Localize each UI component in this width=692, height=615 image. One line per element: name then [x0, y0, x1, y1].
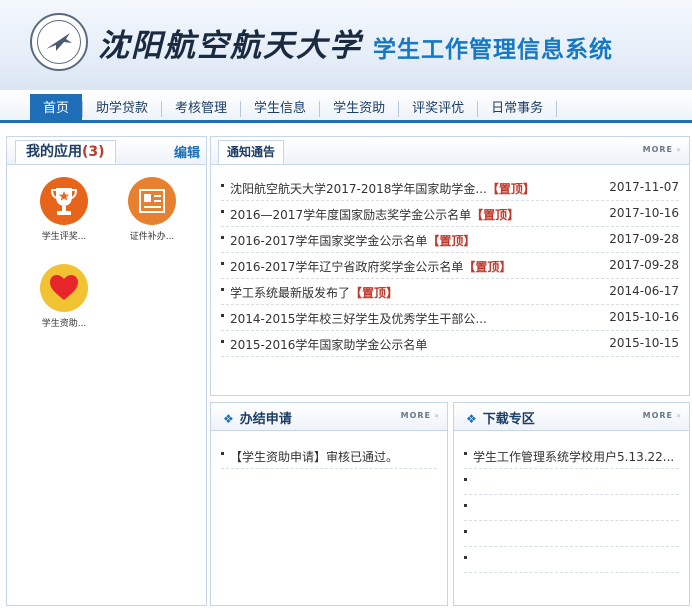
pinned-tag: 【置顶】 — [350, 286, 399, 300]
notice-date: 2014-06-17 — [609, 284, 679, 298]
app-label: 证件补办... — [129, 232, 175, 242]
pinned-tag: 【置顶】 — [427, 234, 476, 248]
nav-item-student-info[interactable]: 学生信息 — [241, 94, 319, 123]
app-student-awards[interactable]: 学生评奖... — [29, 177, 99, 242]
done-requests-panel: ❖ 办结申请 MORE » 【学生资助申请】审核已通过。 — [210, 402, 448, 606]
list-item[interactable]: 【学生资助申请】审核已通过。 — [221, 443, 437, 469]
double-chevron-right-icon: » — [676, 411, 681, 420]
bullet-icon — [221, 452, 224, 455]
certificate-icon — [128, 177, 176, 225]
notice-row[interactable]: 沈阳航空航天大学2017-2018学年国家助学金...【置顶】 2017-11-… — [221, 175, 679, 201]
university-logo — [30, 13, 88, 71]
notice-title[interactable]: 2016—2017学年度国家励志奖学金公示名单 — [230, 208, 471, 222]
bullet-icon — [221, 314, 224, 317]
bullet-icon — [464, 530, 467, 533]
my-apps-title: 我的应用 — [26, 144, 82, 160]
bullet-icon — [464, 556, 467, 559]
heart-icon — [40, 264, 88, 312]
my-apps-panel: 我的应用(3) 编辑 学生评奖... 证件补办... 学生资助... — [6, 136, 207, 606]
list-item[interactable] — [464, 469, 679, 495]
nav-divider — [556, 101, 558, 117]
notices-more-link[interactable]: MORE — [643, 145, 673, 154]
notice-title[interactable]: 2014-2015学年校三好学生及优秀学生干部公... — [230, 312, 487, 326]
notice-title[interactable]: 2015-2016学年国家助学金公示名单 — [230, 338, 427, 352]
diamond-icon: ❖ — [223, 412, 234, 426]
notice-row[interactable]: 2014-2015学年校三好学生及优秀学生干部公... 2015-10-16 — [221, 305, 679, 331]
downloads-title: 下载专区 — [482, 412, 535, 427]
notices-tab[interactable]: 通知通告 — [218, 140, 285, 164]
bullet-icon — [221, 236, 224, 239]
my-apps-tab[interactable]: 我的应用(3) — [15, 140, 116, 164]
notice-date: 2017-11-07 — [609, 180, 679, 194]
notice-date: 2017-09-28 — [609, 258, 679, 272]
notice-list: 沈阳航空航天大学2017-2018学年国家助学金...【置顶】 2017-11-… — [221, 175, 679, 357]
list-item[interactable] — [464, 547, 679, 573]
app-student-aid[interactable]: 学生资助... — [29, 264, 99, 329]
trophy-icon — [40, 177, 88, 225]
main-nav: 首页 助学贷款 考核管理 学生信息 学生资助 评奖评优 日常事务 — [0, 90, 692, 123]
notice-date: 2015-10-16 — [609, 310, 679, 324]
done-requests-list: 【学生资助申请】审核已通过。 — [221, 443, 437, 469]
pinned-tag: 【置顶】 — [471, 208, 520, 222]
diamond-icon: ❖ — [466, 412, 477, 426]
notice-date: 2017-09-28 — [609, 232, 679, 246]
nav-item-home[interactable]: 首页 — [30, 94, 83, 123]
done-requests-more-link[interactable]: MORE — [401, 411, 431, 420]
notice-title[interactable]: 2016-2017学年国家奖学金公示名单 — [230, 234, 427, 248]
nav-item-daily-affairs[interactable]: 日常事务 — [478, 94, 556, 123]
pinned-tag: 【置顶】 — [486, 182, 535, 196]
notice-title[interactable]: 学工系统最新版发布了 — [230, 286, 350, 300]
notice-date: 2017-10-16 — [609, 206, 679, 220]
notice-title[interactable]: 2016-2017学年辽宁省政府奖学金公示名单 — [230, 260, 463, 274]
list-item[interactable] — [464, 521, 679, 547]
bullet-icon — [221, 210, 224, 213]
bullet-icon — [464, 504, 467, 507]
bullet-icon — [464, 452, 467, 455]
bullet-icon — [221, 262, 224, 265]
downloads-list: 学生工作管理系统学校用户5.13.22... — [464, 443, 679, 573]
done-request-text[interactable]: 【学生资助申请】审核已通过。 — [230, 448, 398, 465]
bullet-icon — [221, 340, 224, 343]
notice-date: 2015-10-15 — [609, 336, 679, 350]
notice-row[interactable]: 2015-2016学年国家助学金公示名单 2015-10-15 — [221, 331, 679, 357]
downloads-panel: ❖ 下载专区 MORE » 学生工作管理系统学校用户5.13.22... — [453, 402, 690, 606]
edit-apps-link[interactable]: 编辑 — [174, 142, 200, 161]
system-name: 学生工作管理信息系统 — [373, 37, 613, 63]
bullet-icon — [221, 184, 224, 187]
app-label: 学生评奖... — [41, 232, 87, 242]
nav-item-assessment[interactable]: 考核管理 — [162, 94, 240, 123]
list-item[interactable] — [464, 495, 679, 521]
notice-row[interactable]: 2016-2017学年国家奖学金公示名单【置顶】 2017-09-28 — [221, 227, 679, 253]
app-label: 学生资助... — [41, 319, 87, 329]
nav-item-awards[interactable]: 评奖评优 — [399, 94, 477, 123]
notice-row[interactable]: 学工系统最新版发布了【置顶】 2014-06-17 — [221, 279, 679, 305]
done-requests-title: 办结申请 — [239, 412, 292, 427]
bullet-icon — [221, 288, 224, 291]
pinned-tag: 【置顶】 — [463, 260, 512, 274]
plane-icon — [46, 33, 72, 51]
double-chevron-right-icon: » — [434, 411, 439, 420]
nav-item-student-aid[interactable]: 学生资助 — [320, 94, 398, 123]
school-name: 沈阳航空航天大学 — [98, 28, 362, 64]
list-item[interactable]: 学生工作管理系统学校用户5.13.22... — [464, 443, 679, 469]
double-chevron-right-icon: » — [676, 145, 681, 154]
notices-panel: 通知通告 MORE » 沈阳航空航天大学2017-2018学年国家助学金...【… — [210, 136, 690, 396]
notice-row[interactable]: 2016-2017学年辽宁省政府奖学金公示名单【置顶】 2017-09-28 — [221, 253, 679, 279]
download-text[interactable]: 学生工作管理系统学校用户5.13.22... — [473, 448, 674, 465]
my-apps-count: (3) — [82, 144, 105, 160]
notice-title[interactable]: 沈阳航空航天大学2017-2018学年国家助学金... — [230, 182, 487, 196]
nav-item-student-loan[interactable]: 助学贷款 — [83, 94, 161, 123]
page-header: 沈阳航空航天大学 学生工作管理信息系统 — [0, 0, 692, 90]
notice-row[interactable]: 2016—2017学年度国家励志奖学金公示名单【置顶】 2017-10-16 — [221, 201, 679, 227]
downloads-more-link[interactable]: MORE — [643, 411, 673, 420]
bullet-icon — [464, 478, 467, 481]
app-certificate-reissue[interactable]: 证件补办... — [117, 177, 187, 242]
